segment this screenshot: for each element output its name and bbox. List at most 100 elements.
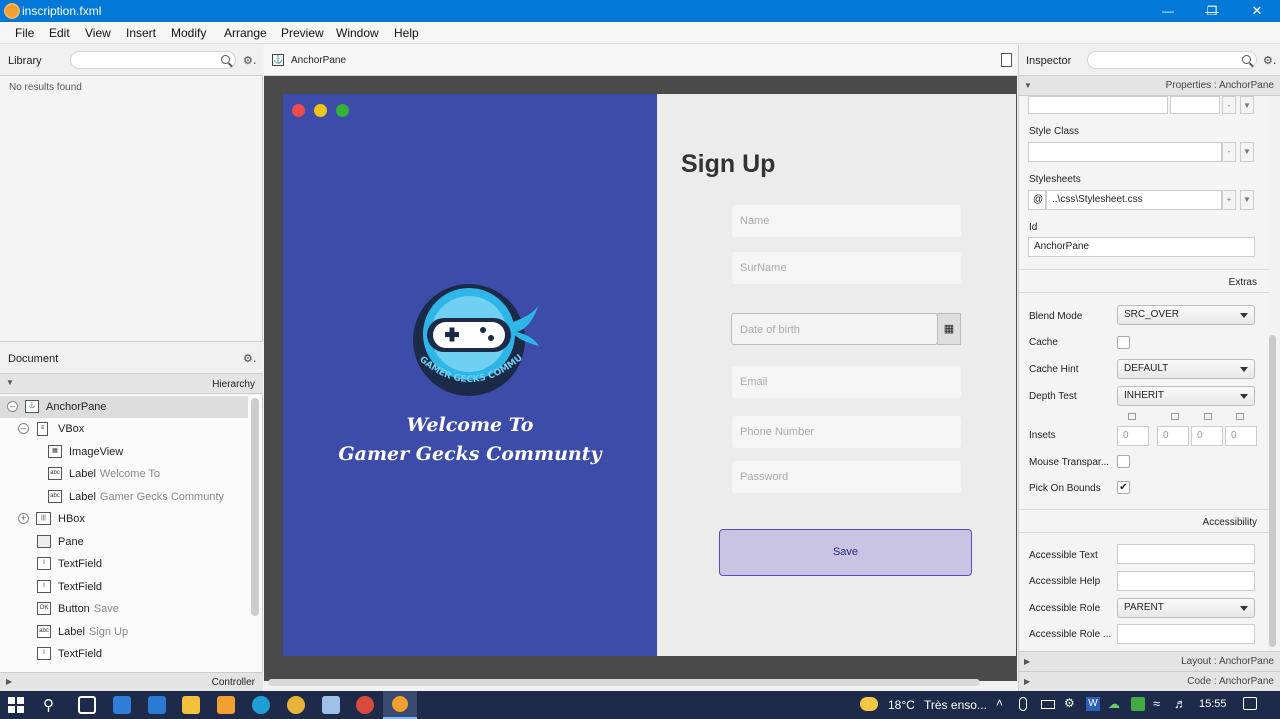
tree-row-textfield[interactable]: I TextField <box>0 576 248 598</box>
tree-row-hbox[interactable]: + ||| HBox <box>0 508 248 530</box>
gear-icon[interactable]: ⚙․ <box>243 54 257 67</box>
properties-section[interactable]: ▼ Properties : AnchorPane <box>1018 76 1280 96</box>
expand-icon[interactable]: + <box>18 513 29 524</box>
menu-window[interactable]: Window <box>336 26 379 40</box>
id-input[interactable]: AnchorPane <box>1028 237 1255 257</box>
chrome-icon[interactable] <box>287 696 305 714</box>
document-icon[interactable] <box>1001 53 1012 67</box>
date-of-birth-field[interactable]: Date of birth <box>731 313 938 345</box>
menu-chevron-icon[interactable]: ▼ <box>1240 142 1254 162</box>
tree-scrollbar[interactable] <box>251 398 259 616</box>
surname-field[interactable]: SurName <box>732 252 961 284</box>
task-view-icon[interactable] <box>78 696 96 714</box>
mouse-transparent-checkbox[interactable] <box>1117 455 1130 468</box>
inset-left-input[interactable]: 0 <box>1225 426 1257 446</box>
collapse-icon[interactable]: – <box>18 423 29 434</box>
scene-builder-taskbar-button[interactable] <box>383 691 417 719</box>
menu-help[interactable]: Help <box>394 26 419 40</box>
signup-pane[interactable]: Sign Up Name SurName Date of birth ▦ Ema… <box>657 94 1016 656</box>
add-button[interactable]: - <box>1222 96 1236 114</box>
close-button[interactable]: ✕ <box>1234 0 1280 22</box>
tree-row-textfield[interactable]: I TextField <box>0 553 248 575</box>
inspector-scrollbar[interactable] <box>1269 335 1276 647</box>
name-field[interactable]: Name <box>732 205 961 237</box>
app-tray-icon[interactable] <box>1131 697 1145 711</box>
menu-view[interactable]: View <box>85 26 111 40</box>
blend-mode-select[interactable]: SRC_OVER <box>1117 305 1255 325</box>
tree-row-label-gamer[interactable]: abc Label Gamer Gecks Communty <box>0 486 248 508</box>
property-field[interactable] <box>1028 96 1168 114</box>
code-section[interactable]: ▶ Code : AnchorPane <box>1018 671 1280 691</box>
chevron-up-icon[interactable]: ˄ <box>996 696 1003 710</box>
collapse-icon[interactable]: – <box>7 401 18 412</box>
inset-top-input[interactable]: 0 <box>1117 426 1149 446</box>
phone-number-field[interactable]: Phone Number <box>732 416 961 448</box>
pick-on-bounds-checkbox[interactable]: ✔ <box>1117 481 1130 494</box>
menu-modify[interactable]: Modify <box>171 26 206 40</box>
windows-start-icon[interactable] <box>8 697 24 713</box>
remove-button[interactable]: - <box>1222 142 1236 162</box>
tree-row-label-signup[interactable]: abc Label Sign Up <box>0 621 248 643</box>
hierarchy-section[interactable]: ▼ Hierarchy <box>0 374 263 394</box>
chrome-dev-icon[interactable] <box>356 696 374 714</box>
sync-icon[interactable]: ☁ <box>1108 697 1120 711</box>
tree-row-button-save[interactable]: OK Button Save <box>0 598 248 620</box>
usb-icon[interactable] <box>1019 697 1027 711</box>
tree-row-anchorpane[interactable]: – ⚓ AnchorPane <box>0 396 248 418</box>
accessible-role-select[interactable]: PARENT <box>1117 598 1255 618</box>
wifi-icon[interactable]: ≈ <box>1153 696 1160 711</box>
inspector-search-input[interactable] <box>1087 51 1257 69</box>
tree-row-textfield[interactable]: I TextField <box>0 643 248 665</box>
style-class-input[interactable] <box>1028 142 1222 162</box>
menu-preview[interactable]: Preview <box>281 26 324 40</box>
accessible-help-input[interactable] <box>1117 571 1255 591</box>
horizontal-scrollbar[interactable] <box>268 679 980 686</box>
volume-icon[interactable]: ♬ <box>1174 696 1187 711</box>
password-field[interactable]: Password <box>732 461 961 493</box>
layout-section[interactable]: ▶ Layout : AnchorPane <box>1018 651 1280 671</box>
mail-icon[interactable] <box>113 696 131 714</box>
stylesheet-input[interactable]: ..\css\Stylesheet.css <box>1046 190 1222 210</box>
tree-row-label-welcome[interactable]: abc Label Welcome To <box>0 463 248 485</box>
edge-icon[interactable] <box>252 696 270 714</box>
notification-icon[interactable] <box>1243 697 1257 710</box>
weather-text[interactable]: Très enso... <box>924 698 987 712</box>
calendar-icon[interactable]: ▦ <box>937 313 961 345</box>
close-dot-icon[interactable] <box>292 104 305 117</box>
menu-edit[interactable]: Edit <box>49 26 70 40</box>
save-button[interactable]: Save <box>719 529 972 576</box>
menu-chevron-icon[interactable]: ▼ <box>1240 96 1254 114</box>
accessible-role-description-input[interactable] <box>1117 624 1255 644</box>
network-status-icon[interactable]: ⚙ <box>1064 696 1075 710</box>
gear-icon[interactable]: ⚙․ <box>1263 54 1277 67</box>
tree-row-pane[interactable]: Pane <box>0 531 248 553</box>
word-icon[interactable]: W <box>1086 697 1100 711</box>
welcome-pane[interactable]: GAMER GECKS COMMUNITY Welcome To Gamer G… <box>283 94 657 656</box>
email-field[interactable]: Email <box>732 366 961 398</box>
menu-chevron-icon[interactable]: ▼ <box>1240 190 1254 210</box>
cache-checkbox[interactable] <box>1117 336 1130 349</box>
gear-icon[interactable]: ⚙․ <box>243 352 257 365</box>
media-player-icon[interactable] <box>217 696 235 714</box>
minimize-button-2[interactable]: — <box>1146 0 1190 22</box>
depth-test-select[interactable]: INHERIT <box>1117 386 1255 406</box>
minimize-dot-icon[interactable] <box>314 104 327 117</box>
file-explorer-icon[interactable] <box>182 696 200 714</box>
vscode-icon[interactable] <box>148 696 166 714</box>
accessible-text-input[interactable] <box>1117 544 1255 564</box>
battery-icon[interactable] <box>1041 700 1055 709</box>
maximize-dot-icon[interactable] <box>336 104 349 117</box>
menu-insert[interactable]: Insert <box>126 26 156 40</box>
library-search-input[interactable] <box>70 51 236 69</box>
inset-right-input[interactable]: 0 <box>1157 426 1189 446</box>
temperature[interactable]: 18°C <box>888 698 915 712</box>
search-icon[interactable]: ⚲ <box>43 696 54 714</box>
tree-row-imageview[interactable]: ▦ ImageView <box>0 441 248 463</box>
breadcrumb[interactable]: AnchorPane <box>291 55 346 66</box>
inset-bottom-input[interactable]: 0 <box>1191 426 1223 446</box>
clock[interactable]: 15:55 <box>1199 698 1227 710</box>
add-stylesheet-button[interactable]: + <box>1222 190 1236 210</box>
property-field[interactable] <box>1170 96 1220 114</box>
menu-file[interactable]: File <box>15 26 34 40</box>
menu-arrange[interactable]: Arrange <box>224 26 267 40</box>
